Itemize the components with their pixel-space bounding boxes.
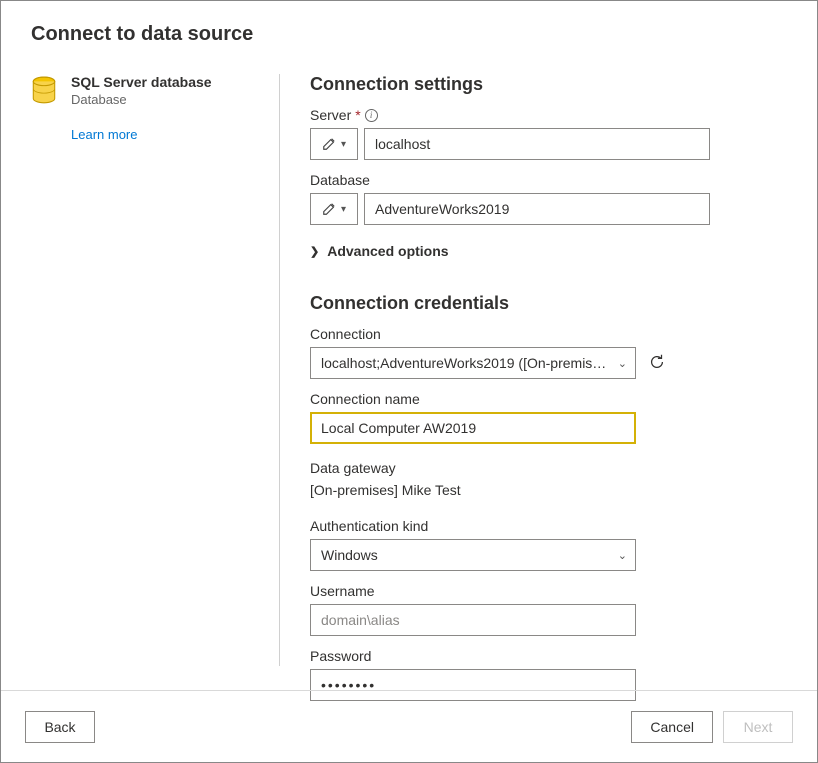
footer: Back Cancel Next [1, 690, 817, 762]
refresh-button[interactable] [648, 353, 666, 374]
chevron-down-icon: ⌄ [618, 549, 627, 562]
connection-select[interactable]: localhost;AdventureWorks2019 ([On-premis… [310, 347, 636, 379]
auth-kind-label: Authentication kind [310, 518, 428, 534]
connection-settings-heading: Connection settings [310, 74, 710, 95]
content-area: SQL Server database Database Learn more … [1, 46, 817, 666]
database-label: Database [310, 172, 370, 188]
advanced-options-toggle[interactable]: ❯ Advanced options [310, 243, 710, 259]
data-gateway-label: Data gateway [310, 460, 710, 476]
database-mode-dropdown[interactable]: ▾ [310, 193, 358, 225]
chevron-down-icon: ⌄ [618, 357, 627, 370]
data-source-header: SQL Server database Database [31, 74, 279, 107]
page-title: Connect to data source [1, 1, 817, 46]
connection-name-input[interactable] [310, 412, 636, 444]
pencil-icon [322, 202, 336, 216]
data-gateway-value: [On-premises] Mike Test [310, 482, 710, 498]
required-indicator: * [355, 107, 360, 123]
connection-select-value: localhost;AdventureWorks2019 ([On-premis… [321, 355, 606, 371]
password-label: Password [310, 648, 371, 664]
form-panel: Connection settings Server * i ▾ Databas… [310, 74, 710, 666]
server-input[interactable] [364, 128, 710, 160]
connection-label: Connection [310, 326, 381, 342]
sidebar: SQL Server database Database Learn more [31, 74, 279, 666]
data-source-subtitle: Database [71, 92, 212, 107]
cancel-button[interactable]: Cancel [631, 711, 713, 743]
next-button: Next [723, 711, 793, 743]
pencil-icon [322, 137, 336, 151]
advanced-options-label: Advanced options [327, 243, 448, 259]
username-label: Username [310, 583, 375, 599]
chevron-down-icon: ▾ [341, 139, 346, 150]
chevron-down-icon: ▾ [341, 204, 346, 215]
server-mode-dropdown[interactable]: ▾ [310, 128, 358, 160]
connection-credentials-heading: Connection credentials [310, 293, 710, 314]
data-source-title: SQL Server database [71, 74, 212, 90]
connection-name-label: Connection name [310, 391, 420, 407]
auth-kind-value: Windows [321, 547, 378, 563]
learn-more-link[interactable]: Learn more [71, 127, 137, 142]
database-input[interactable] [364, 193, 710, 225]
username-input[interactable] [310, 604, 636, 636]
vertical-divider [279, 74, 280, 666]
info-icon[interactable]: i [365, 109, 378, 122]
auth-kind-select[interactable]: Windows ⌄ [310, 539, 636, 571]
chevron-right-icon: ❯ [310, 245, 319, 258]
back-button[interactable]: Back [25, 711, 95, 743]
database-icon [31, 76, 57, 106]
refresh-icon [648, 353, 666, 371]
server-label: Server [310, 107, 351, 123]
